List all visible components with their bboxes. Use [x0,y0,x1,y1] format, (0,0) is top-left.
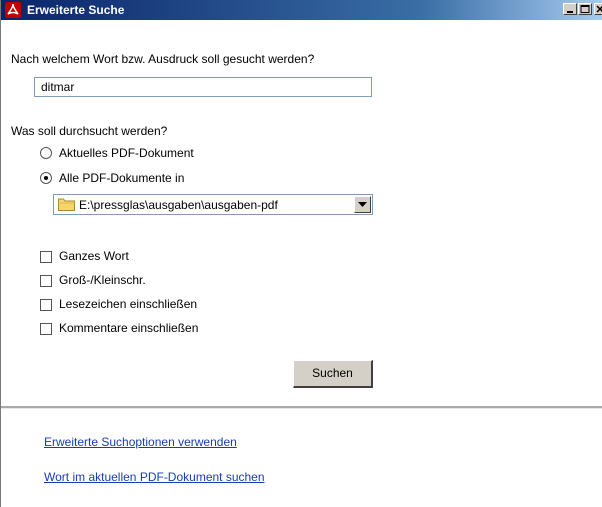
checkbox-include-bookmarks-label: Lesezeichen einschließen [59,297,198,311]
folder-select[interactable]: E:\pressglas\ausgaben\ausgaben-pdf [53,194,373,215]
checkbox-include-comments[interactable] [40,323,52,335]
search-input[interactable]: ditmar [34,77,372,97]
scope-prompt-label: Was soll durchsucht werden? [11,124,168,138]
advanced-options-link[interactable]: Erweiterte Suchoptionen verwenden [44,435,237,449]
folder-icon [58,198,75,211]
window-title: Erweiterte Suche [27,3,125,17]
checkbox-whole-word[interactable] [40,251,52,263]
checkbox-whole-word-label: Ganzes Wort [59,249,129,263]
title-bar[interactable]: Erweiterte Suche [1,0,602,20]
folder-path: E:\pressglas\ausgaben\ausgaben-pdf [79,198,278,212]
divider [1,406,602,409]
checkbox-case-sensitive[interactable] [40,275,52,287]
advanced-search-window: Erweiterte Suche Nach welchem Wort bzw. … [0,0,602,507]
minimize-icon[interactable] [563,3,577,15]
close-icon[interactable] [594,3,602,15]
checkbox-include-bookmarks[interactable] [40,299,52,311]
radio-current-document[interactable] [40,147,52,159]
radio-all-documents-label: Alle PDF-Dokumente in [59,171,185,185]
radio-current-document-label: Aktuelles PDF-Dokument [59,146,194,160]
search-button[interactable]: Suchen [293,360,373,388]
acrobat-icon [5,2,21,18]
find-in-current-link[interactable]: Wort im aktuellen PDF-Dokument suchen [44,470,265,484]
chevron-down-icon[interactable] [354,196,371,213]
search-prompt-label: Nach welchem Wort bzw. Ausdruck soll ges… [11,52,315,66]
checkbox-include-comments-label: Kommentare einschließen [59,321,199,335]
maximize-icon[interactable] [578,3,592,15]
checkbox-case-sensitive-label: Groß-/Kleinschr. [59,273,146,287]
radio-all-documents[interactable] [40,172,52,184]
